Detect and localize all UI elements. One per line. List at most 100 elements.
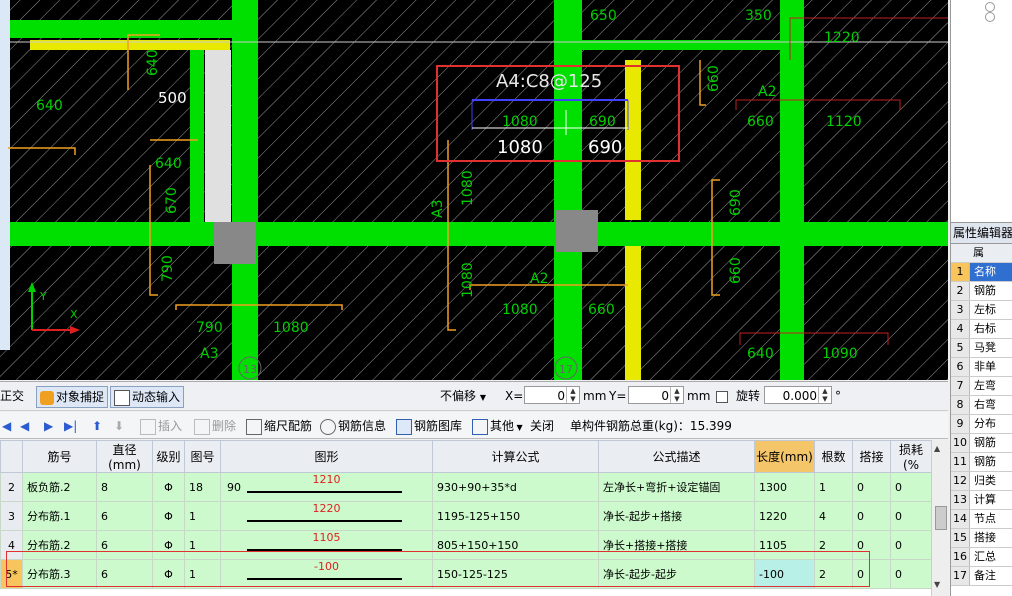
- next-icon[interactable]: ▶: [44, 416, 53, 436]
- grade-cell[interactable]: Φ: [152, 501, 185, 531]
- scale-rebar-button[interactable]: 缩尺配筋: [246, 416, 312, 436]
- property-row[interactable]: 4 右标: [951, 320, 1012, 339]
- loss-cell[interactable]: 0: [890, 472, 932, 502]
- bar-no-cell[interactable]: 分布筋.3: [22, 559, 97, 589]
- header-loss[interactable]: 损耗(%: [890, 440, 932, 473]
- rebar-info-button[interactable]: 钢筋信息: [320, 416, 386, 436]
- length-cell[interactable]: -100: [754, 559, 815, 589]
- diameter-cell[interactable]: 6: [96, 530, 153, 560]
- table-row[interactable]: 5* 分布筋.3 6 Φ 1 -100 150-125-125 净长-起步-起步 -100 2 0 0: [0, 559, 932, 589]
- move-down-icon[interactable]: ⬇: [114, 416, 124, 436]
- property-row[interactable]: 5 马凳: [951, 339, 1012, 358]
- row-number[interactable]: 5*: [0, 559, 23, 589]
- diameter-cell[interactable]: 6: [96, 559, 153, 589]
- property-row[interactable]: 6 非单: [951, 358, 1012, 377]
- header-bar-no[interactable]: 筋号: [22, 440, 97, 473]
- property-row[interactable]: 8 右弯: [951, 396, 1012, 415]
- fig-no-cell[interactable]: 1: [184, 559, 221, 589]
- lap-cell[interactable]: 0: [852, 559, 891, 589]
- header-lap[interactable]: 搭接: [852, 440, 891, 473]
- header-diameter[interactable]: 直径(mm): [96, 440, 153, 473]
- scroll-thumb[interactable]: [935, 506, 947, 530]
- rotate-checkbox[interactable]: [716, 391, 728, 403]
- header-length[interactable]: 长度(mm): [754, 440, 815, 473]
- fig-no-cell[interactable]: 1: [184, 530, 221, 560]
- property-row[interactable]: 10 钢筋: [951, 434, 1012, 453]
- property-row[interactable]: 12 归类: [951, 472, 1012, 491]
- formula-desc-cell[interactable]: 净长+搭接+搭接: [598, 530, 755, 560]
- prev-icon[interactable]: ◀: [20, 416, 29, 436]
- property-row[interactable]: 14 节点: [951, 510, 1012, 529]
- tree-node-icon[interactable]: [985, 2, 995, 12]
- table-row[interactable]: 4 分布筋.2 6 Φ 1 1105 805+150+150 净长+搭接+搭接 1105 2 0 0: [0, 530, 932, 560]
- cad-canvas[interactable]: 640 640 A3 790 1080 A2 1080 660 650 350 …: [0, 0, 948, 380]
- table-row[interactable]: 2 板负筋.2 8 Φ 18 90 1210 930+90+35*d 左净长+弯折+设定锚固 13…: [0, 472, 932, 502]
- row-number[interactable]: 2: [0, 472, 23, 502]
- count-cell[interactable]: 2: [814, 530, 853, 560]
- header-grade[interactable]: 级别: [152, 440, 185, 473]
- lap-cell[interactable]: 0: [852, 530, 891, 560]
- tree-node-icon[interactable]: [985, 12, 995, 22]
- last-page-icon[interactable]: ▶|: [64, 416, 77, 436]
- grade-cell[interactable]: Φ: [152, 559, 185, 589]
- diameter-cell[interactable]: 8: [96, 472, 153, 502]
- offset-select[interactable]: 不偏移 ▼: [440, 386, 498, 406]
- x-input[interactable]: 0 ▲ ▼: [524, 386, 580, 404]
- y-input[interactable]: 0 ▲ ▼: [628, 386, 684, 404]
- formula-cell[interactable]: 1195-125+150: [432, 501, 599, 531]
- move-up-icon[interactable]: ⬆: [92, 416, 102, 436]
- formula-cell[interactable]: 150-125-125: [432, 559, 599, 589]
- property-row[interactable]: 15 搭接: [951, 529, 1012, 548]
- property-row[interactable]: 2 钢筋: [951, 282, 1012, 301]
- diameter-cell[interactable]: 6: [96, 501, 153, 531]
- formula-desc-cell[interactable]: 净长-起步-起步: [598, 559, 755, 589]
- property-row[interactable]: 17 备注: [951, 567, 1012, 586]
- fig-no-cell[interactable]: 1: [184, 501, 221, 531]
- other-menu-button[interactable]: 其他 ▼: [472, 416, 523, 436]
- property-row[interactable]: 9 分布: [951, 415, 1012, 434]
- drawing-svg[interactable]: 640 640 A3 790 1080 A2 1080 660 650 350 …: [0, 0, 948, 380]
- loss-cell[interactable]: 0: [890, 559, 932, 589]
- formula-cell[interactable]: 805+150+150: [432, 530, 599, 560]
- property-row[interactable]: 16 汇总: [951, 548, 1012, 567]
- fig-no-cell[interactable]: 18: [184, 472, 221, 502]
- table-row[interactable]: 3 分布筋.1 6 Φ 1 1220 1195-125+150 净长-起步+搭接 1220 4 0 0: [0, 501, 932, 531]
- first-page-icon[interactable]: ◀: [2, 416, 11, 436]
- property-row[interactable]: 11 钢筋: [951, 453, 1012, 472]
- count-cell[interactable]: 2: [814, 559, 853, 589]
- formula-desc-cell[interactable]: 净长-起步+搭接: [598, 501, 755, 531]
- property-row[interactable]: 7 左弯: [951, 377, 1012, 396]
- header-count[interactable]: 根数: [814, 440, 853, 473]
- scroll-up-icon[interactable]: ▲: [934, 444, 940, 453]
- formula-cell[interactable]: 930+90+35*d: [432, 472, 599, 502]
- header-shape[interactable]: 图形: [220, 440, 433, 473]
- component-tree[interactable]: [951, 0, 1012, 222]
- length-cell[interactable]: 1105: [754, 530, 815, 560]
- formula-desc-cell[interactable]: 左净长+弯折+设定锚固: [598, 472, 755, 502]
- shape-cell[interactable]: -100: [220, 559, 433, 589]
- row-number[interactable]: 3: [0, 501, 23, 531]
- delete-button[interactable]: 删除: [194, 416, 236, 436]
- bar-no-cell[interactable]: 板负筋.2: [22, 472, 97, 502]
- lap-cell[interactable]: 0: [852, 501, 891, 531]
- loss-cell[interactable]: 0: [890, 530, 932, 560]
- length-cell[interactable]: 1220: [754, 501, 815, 531]
- bar-no-cell[interactable]: 分布筋.2: [22, 530, 97, 560]
- row-number[interactable]: 4: [0, 530, 23, 560]
- scroll-down-icon[interactable]: ▼: [934, 580, 940, 589]
- rebar-library-button[interactable]: 钢筋图库: [396, 416, 462, 436]
- length-cell[interactable]: 1300: [754, 472, 815, 502]
- dynamic-input-toggle[interactable]: 动态输入: [110, 386, 185, 408]
- shape-cell[interactable]: 90 1210: [220, 472, 433, 502]
- property-row[interactable]: 3 左标: [951, 301, 1012, 320]
- property-row[interactable]: 1 名称: [951, 263, 1012, 282]
- grade-cell[interactable]: Φ: [152, 472, 185, 502]
- lap-cell[interactable]: 0: [852, 472, 891, 502]
- shape-cell[interactable]: 1105: [220, 530, 433, 560]
- rebar-table[interactable]: 筋号 直径(mm) 级别 图号 图形 计算公式 公式描述 长度(mm) 根数 搭…: [0, 440, 948, 596]
- bar-no-cell[interactable]: 分布筋.1: [22, 501, 97, 531]
- ortho-toggle[interactable]: 正交: [0, 386, 24, 406]
- table-scrollbar[interactable]: ▲ ▼: [931, 440, 949, 596]
- property-row[interactable]: 13 计算: [951, 491, 1012, 510]
- object-snap-toggle[interactable]: 对象捕捉: [36, 386, 109, 408]
